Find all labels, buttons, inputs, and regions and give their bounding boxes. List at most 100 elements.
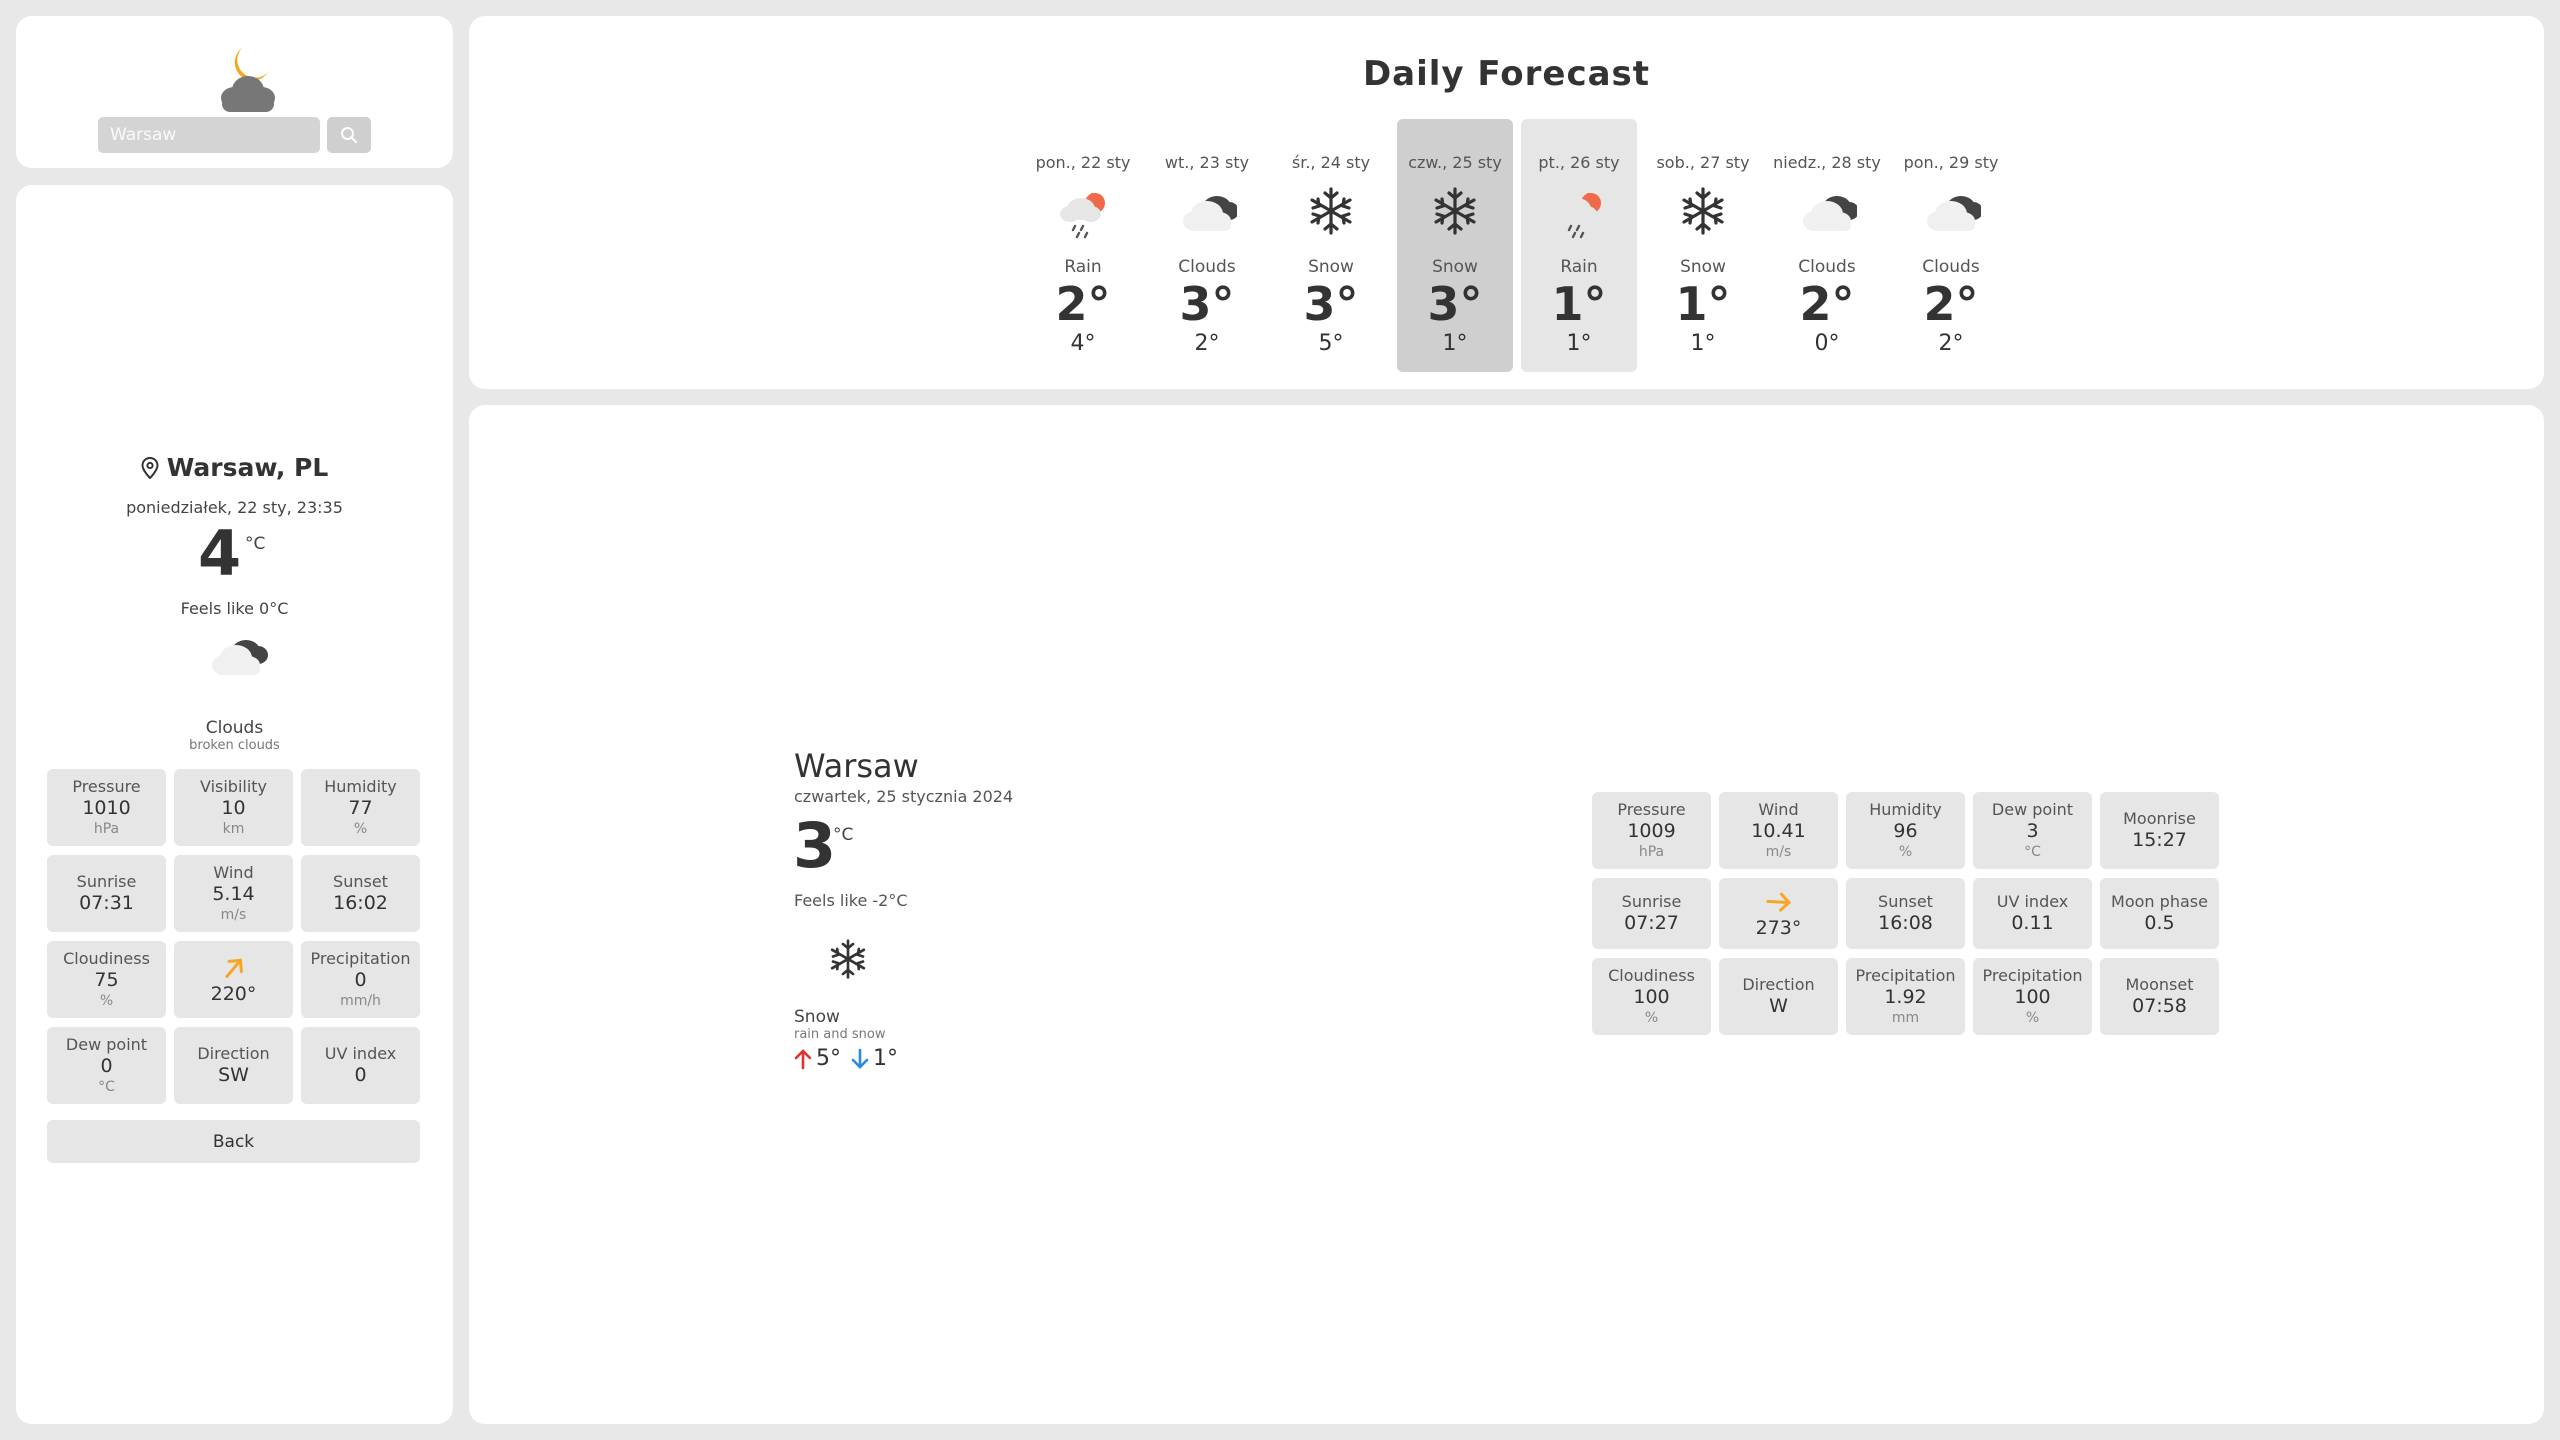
tile-unit: °C bbox=[2024, 843, 2041, 860]
forecast-day-0[interactable]: pon., 22 sty Rain 2° 4° bbox=[1025, 119, 1141, 372]
forecast-title: Daily Forecast bbox=[1362, 54, 1651, 94]
detail-date: czwartek, 25 stycznia 2024 bbox=[794, 787, 1014, 806]
tile-value: 1010 bbox=[82, 796, 131, 819]
detail-feels-like: Feels like -2°C bbox=[794, 891, 908, 910]
day-detail-panel: Warsaw czwartek, 25 stycznia 2024 3 °C F… bbox=[469, 405, 2544, 1424]
tile-value: 96 bbox=[1893, 819, 1918, 842]
detail-pressure-tile: Pressure 1009 hPa bbox=[1592, 792, 1711, 869]
tile-value: SW bbox=[218, 1063, 249, 1086]
tile-unit: m/s bbox=[220, 906, 247, 923]
tile-label: Cloudiness bbox=[63, 948, 150, 968]
search-panel bbox=[16, 16, 453, 168]
tile-unit: % bbox=[1898, 843, 1913, 860]
tile-value: 77 bbox=[348, 796, 373, 819]
detail-temperature: 3 bbox=[793, 809, 837, 882]
tile-value: 10.41 bbox=[1751, 819, 1806, 842]
back-button[interactable]: Back bbox=[47, 1120, 420, 1163]
tile-label: Pressure bbox=[1617, 799, 1686, 819]
pressure-tile: Pressure 1010 hPa bbox=[47, 769, 166, 846]
tile-label: Humidity bbox=[324, 776, 397, 796]
forecast-day-condition: Clouds bbox=[1922, 257, 1980, 277]
tile-label: Dew point bbox=[1991, 799, 2074, 819]
forecast-day-min-temp: 1° bbox=[1690, 331, 1716, 356]
cloudiness-tile: Cloudiness 75 % bbox=[47, 941, 166, 1018]
tile-label: Wind bbox=[1758, 799, 1799, 819]
detail-cloudiness-tile: Cloudiness 100 % bbox=[1592, 958, 1711, 1035]
forecast-day-condition: Rain bbox=[1064, 257, 1102, 277]
tile-label: Precipitation bbox=[1982, 965, 2083, 985]
current-feels-like: Feels like 0°C bbox=[180, 599, 289, 618]
forecast-day-condition: Clouds bbox=[1178, 257, 1236, 277]
tile-value: 75 bbox=[94, 968, 119, 991]
forecast-day-min-temp: 5° bbox=[1318, 331, 1344, 356]
detail-wind-tile: Wind 10.41 m/s bbox=[1719, 792, 1838, 869]
arrow-up-icon bbox=[794, 1048, 812, 1069]
current-location: Warsaw, PL bbox=[16, 453, 453, 482]
forecast-day-max-temp: 2° bbox=[1799, 277, 1855, 331]
forecast-day-2[interactable]: śr., 24 sty Snow 3° 5° bbox=[1273, 119, 1389, 372]
sunrise-tile: Sunrise 07:31 bbox=[47, 855, 166, 932]
forecast-day-max-temp: 1° bbox=[1675, 277, 1731, 331]
forecast-day-1[interactable]: wt., 23 sty Clouds 3° 2° bbox=[1149, 119, 1265, 372]
current-temperature: 4 bbox=[198, 517, 242, 590]
forecast-day-min-temp: 1° bbox=[1442, 331, 1468, 356]
tile-label: Moon phase bbox=[2111, 891, 2208, 911]
detail-uv-index-tile: UV index 0.11 bbox=[1973, 878, 2092, 949]
forecast-day-condition: Snow bbox=[1308, 257, 1354, 277]
tile-unit: hPa bbox=[93, 820, 120, 837]
tile-value: 0.11 bbox=[2011, 911, 2054, 934]
detail-max-temp: 5° bbox=[816, 1046, 841, 1071]
current-city-name: Warsaw, PL bbox=[166, 453, 329, 482]
current-condition-description: broken clouds bbox=[189, 738, 280, 753]
tile-value: 100 bbox=[1633, 985, 1670, 1008]
forecast-day-3[interactable]: czw., 25 sty Snow 3° 1° bbox=[1397, 119, 1513, 372]
tile-value: 07:58 bbox=[2132, 994, 2187, 1017]
detail-condition: Snow bbox=[794, 1007, 840, 1027]
forecast-day-min-temp: 2° bbox=[1194, 331, 1220, 356]
forecast-day-6[interactable]: niedz., 28 sty Clouds 2° 0° bbox=[1769, 119, 1885, 372]
rain-icon bbox=[1554, 191, 1603, 239]
tile-value: 5.14 bbox=[212, 882, 255, 905]
forecast-day-min-temp: 1° bbox=[1566, 331, 1592, 356]
clouds-icon bbox=[1927, 196, 1981, 231]
tile-unit: hPa bbox=[1638, 843, 1665, 860]
tile-value: 07:31 bbox=[79, 891, 134, 914]
wind-tile: Wind 5.14 m/s bbox=[174, 855, 293, 932]
forecast-day-5[interactable]: sob., 27 sty Snow 1° 1° bbox=[1645, 119, 1761, 372]
humidity-tile: Humidity 77 % bbox=[301, 769, 420, 846]
search-input[interactable] bbox=[98, 117, 320, 153]
tile-label: Visibility bbox=[199, 776, 268, 796]
forecast-day-condition: Snow bbox=[1432, 257, 1478, 277]
forecast-day-max-temp: 3° bbox=[1427, 277, 1483, 331]
forecast-day-date: niedz., 28 sty bbox=[1773, 153, 1881, 172]
clouds-icon bbox=[1183, 196, 1237, 231]
forecast-day-min-temp: 0° bbox=[1814, 331, 1840, 356]
tile-value: 0.5 bbox=[2144, 911, 2175, 934]
tile-value: 273° bbox=[1755, 916, 1802, 939]
tile-value: 1.92 bbox=[1884, 985, 1927, 1008]
search-icon bbox=[341, 127, 357, 143]
forecast-day-condition: Rain bbox=[1560, 257, 1598, 277]
detail-moon-phase-tile: Moon phase 0.5 bbox=[2100, 878, 2219, 949]
tile-value: 07:27 bbox=[1624, 911, 1679, 934]
precipitation-tile: Precipitation 0 mm/h bbox=[301, 941, 420, 1018]
forecast-day-date: wt., 23 sty bbox=[1164, 153, 1250, 172]
direction-tile: Direction SW bbox=[174, 1027, 293, 1104]
sunset-tile: Sunset 16:02 bbox=[301, 855, 420, 932]
forecast-day-4[interactable]: pt., 26 sty Rain 1° 1° bbox=[1521, 119, 1637, 372]
tile-value: 0 bbox=[354, 968, 367, 991]
night-cloud-logo-icon bbox=[221, 48, 275, 112]
search-button[interactable] bbox=[327, 117, 371, 153]
forecast-day-7[interactable]: pon., 29 sty Clouds 2° 2° bbox=[1893, 119, 2009, 372]
forecast-day-max-temp: 3° bbox=[1303, 277, 1359, 331]
detail-direction-tile: Direction W bbox=[1719, 958, 1838, 1035]
tile-unit: m/s bbox=[1765, 843, 1792, 860]
detail-sunset-tile: Sunset 16:08 bbox=[1846, 878, 1965, 949]
forecast-day-date: pon., 29 sty bbox=[1903, 153, 1999, 172]
forecast-day-date: śr., 24 sty bbox=[1291, 153, 1371, 172]
tile-label: Moonrise bbox=[2123, 808, 2196, 828]
tile-unit: mm/h bbox=[340, 992, 381, 1009]
forecast-day-max-temp: 2° bbox=[1055, 277, 1111, 331]
tile-label: Dew point bbox=[65, 1034, 148, 1054]
tile-value: 10 bbox=[221, 796, 246, 819]
